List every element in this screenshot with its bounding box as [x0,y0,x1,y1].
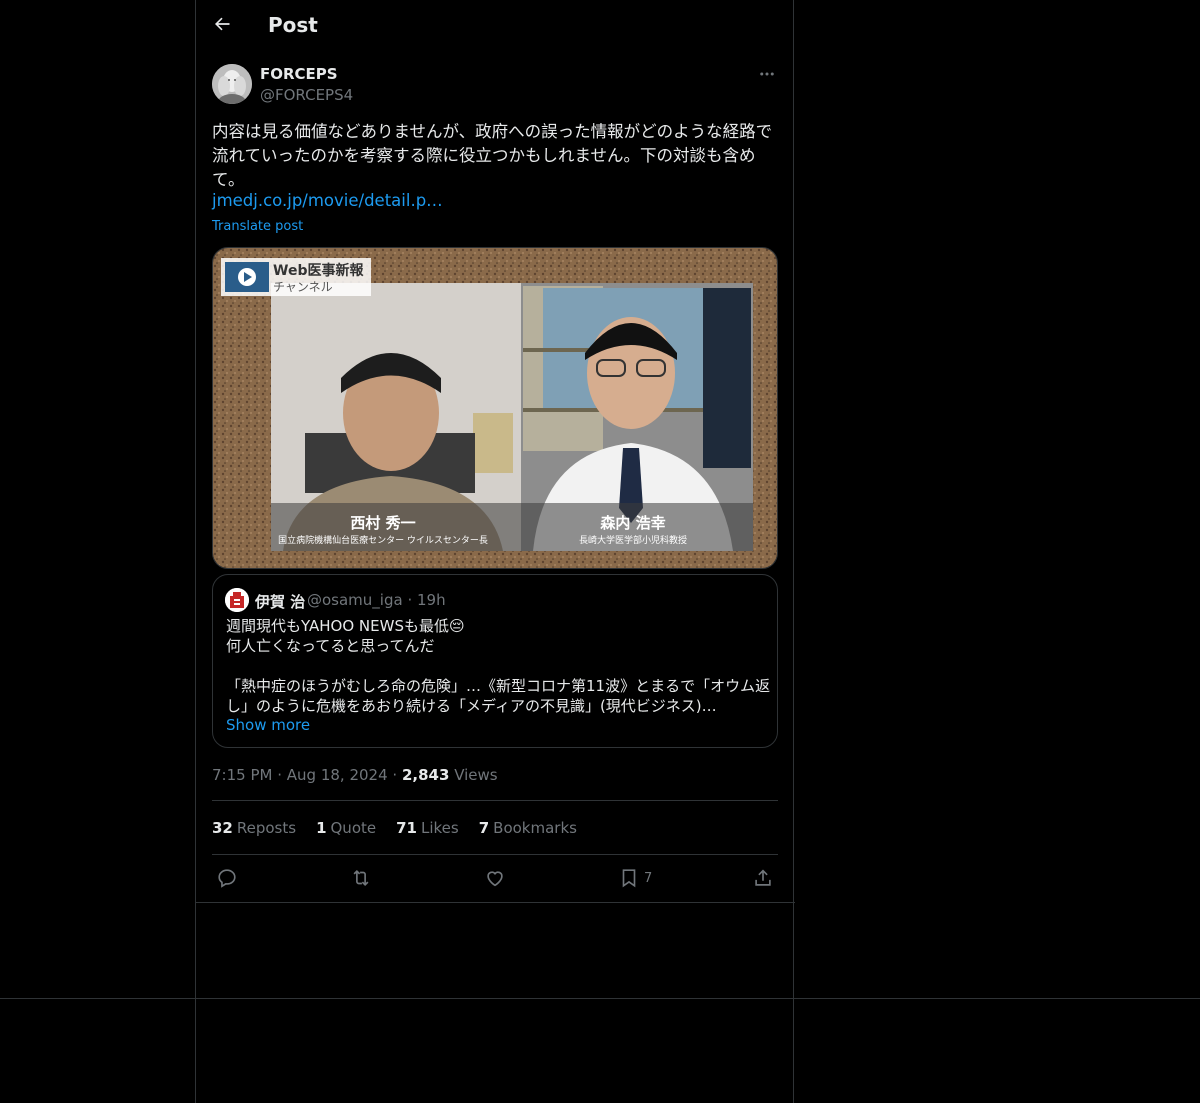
back-arrow-icon[interactable] [212,14,238,40]
media-logo-title: Web医事新報 [273,262,364,279]
media-left-name: 西村 秀一 [350,514,415,532]
likes-stat[interactable]: 71 Likes [396,819,459,837]
bookmarks-stat[interactable]: 7 Bookmarks [479,819,577,837]
post-column: Post FORCEPS @FORCEPS4 内容は見る価値などありませんが、政… [195,0,795,1103]
divider [212,800,778,801]
repost-icon [353,869,369,887]
reply-icon [218,869,236,888]
reposts-stat[interactable]: 32 Reposts [212,819,296,837]
post-link[interactable]: jmedj.co.jp/movie/detail.p… [212,191,443,210]
bookmark-count: 7 [644,870,653,886]
media-logo-subtitle: チャンネル [273,280,333,294]
translate-post-link[interactable]: Translate post [212,219,303,234]
post-stats: 32 Reposts 1 Quote 71 Likes 7 Bookmarks [212,819,577,837]
more-icon[interactable] [758,65,780,85]
like-icon [487,871,503,887]
quote-show-more-link[interactable]: Show more [226,716,310,734]
quoted-post[interactable]: 伊賀 治 @osamu_iga · 19h 週間現代もYAHOO NEWSも最低… [212,574,778,748]
bookmark-icon [622,869,636,888]
quote-author-handle: @osamu_iga · 19h [307,591,446,609]
page-title: Post [268,13,318,37]
author-name[interactable]: FORCEPS [260,65,338,83]
post-text: 内容は見る価値などありませんが、政府への誤った情報がどのような経路で流れていった… [212,122,773,189]
views-count: 2,843 [401,766,450,784]
repost-button[interactable] [350,866,372,890]
media-right-name: 森内 浩幸 [600,514,665,532]
share-icon [755,869,771,886]
divider [212,854,778,855]
bookmark-button[interactable]: 7 [618,866,652,890]
action-bar: 7 [212,866,778,890]
media-right-role: 長崎大学医学部小児科教授 [579,534,687,546]
header: Post [196,0,795,54]
post-time[interactable]: 7:15 PM [212,766,272,784]
post-media-image[interactable]: 西村 秀一 国立病院機構仙台医療センター ウイルスセンター長 森内 浩幸 長崎大… [212,247,778,569]
media-left-role: 国立病院機構仙台医療センター ウイルスセンター長 [278,534,488,546]
share-button[interactable] [752,866,774,890]
like-button[interactable] [484,866,506,890]
quote-avatar [225,588,249,612]
author-handle[interactable]: @FORCEPS4 [260,86,353,104]
post-meta: 7:15 PM · Aug 18, 2024 · 2,843 Views [212,766,498,784]
reply-button[interactable] [216,866,238,890]
quote-author-name: 伊賀 治 [255,593,306,611]
avatar[interactable] [212,64,252,104]
quote-text: 週間現代もYAHOO NEWSも最低😔 何人亡くなってると思ってんだ 「熱中症の… [226,617,771,715]
divider [196,902,795,903]
views-label: Views [454,766,498,784]
quotes-stat[interactable]: 1 Quote [316,819,376,837]
post-date[interactable]: Aug 18, 2024 [287,766,388,784]
